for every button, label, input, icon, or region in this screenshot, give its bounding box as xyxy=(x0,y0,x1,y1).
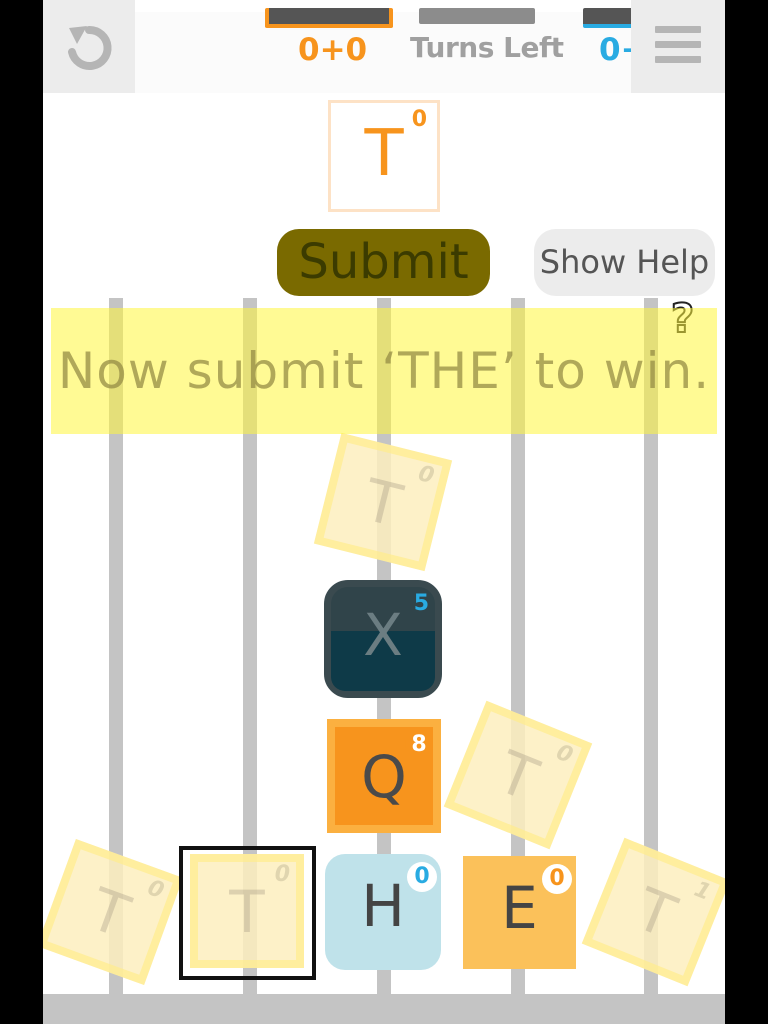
tile-points: 0 xyxy=(542,864,572,894)
tile-letter: T xyxy=(626,874,685,952)
tile-points: 0 xyxy=(407,862,437,892)
current-word-points: 0 xyxy=(411,107,427,132)
selection-frame xyxy=(179,846,316,980)
tile-letter: T xyxy=(488,737,547,815)
turns-indicator xyxy=(419,8,535,24)
h-tile[interactable]: H 0 xyxy=(325,854,441,970)
player-one-score: 0+0 xyxy=(298,32,368,68)
e-tile[interactable]: E 0 xyxy=(463,856,576,969)
falling-tile: T 0 xyxy=(43,838,184,986)
score-header: 0+0 Turns Left 0+0 xyxy=(135,8,673,93)
falling-tile: T 0 xyxy=(443,700,593,850)
board-floor xyxy=(43,994,725,1024)
undo-button[interactable] xyxy=(43,0,135,93)
current-word-tile[interactable]: T 0 xyxy=(328,100,440,212)
tutorial-message: Now submit ‘THE’ to win. xyxy=(57,342,711,400)
x-tile[interactable]: X 5 xyxy=(324,580,442,698)
tile-points: 5 xyxy=(413,591,429,616)
tile-letter: T xyxy=(81,874,138,951)
falling-tile: T 1 xyxy=(581,837,725,987)
show-help-button[interactable]: Show Help xyxy=(534,229,715,296)
player-one-indicator xyxy=(265,8,393,28)
menu-button[interactable] xyxy=(631,0,725,93)
tile-points: 8 xyxy=(405,731,433,759)
submit-button[interactable]: Submit xyxy=(277,229,490,296)
game-stage: 0+0 Turns Left 0+0 T 0 Submit Show Help … xyxy=(43,0,725,1024)
falling-tile: T 0 xyxy=(313,432,453,572)
turns-left-label: Turns Left xyxy=(410,31,564,64)
tutorial-banner: Now submit ‘THE’ to win. xyxy=(51,308,717,434)
undo-icon xyxy=(68,25,112,70)
q-tile[interactable]: Q 8 xyxy=(327,719,441,833)
